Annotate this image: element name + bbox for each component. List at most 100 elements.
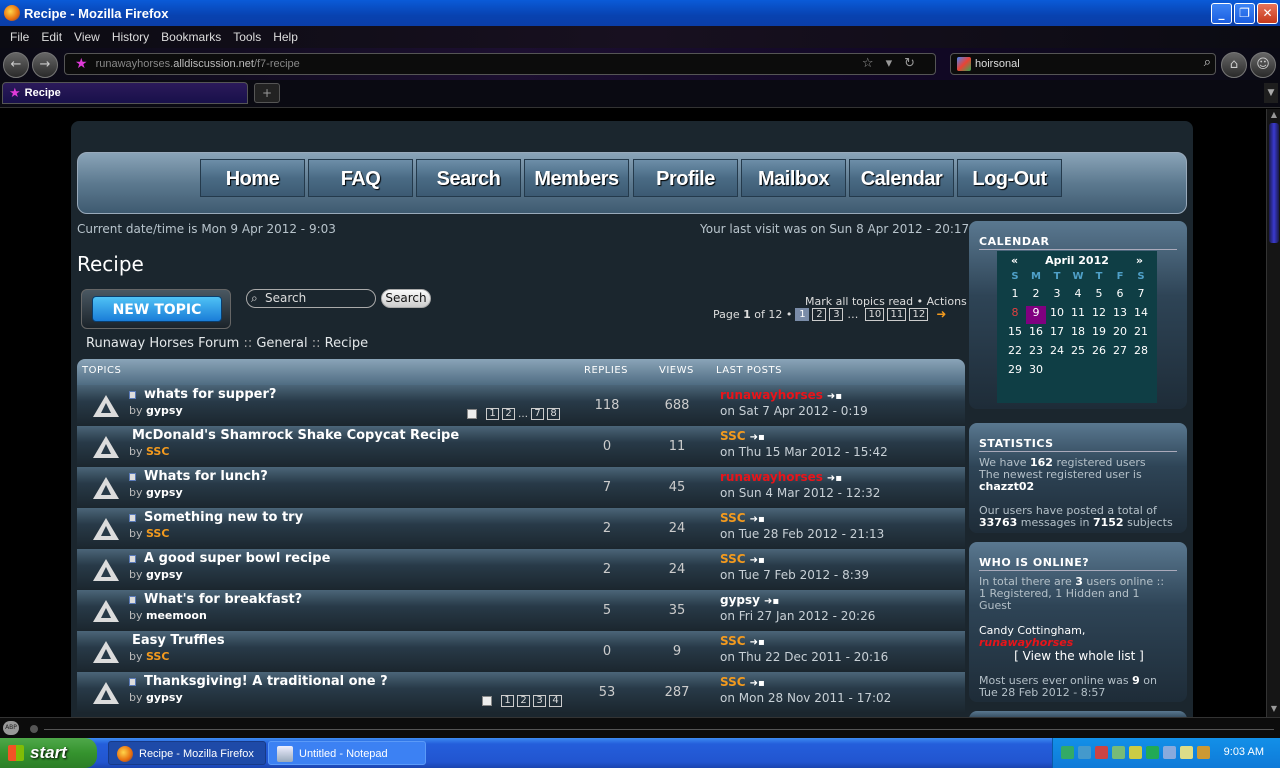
calendar-day[interactable]: 30 bbox=[1026, 363, 1046, 376]
calendar-day[interactable]: 6 bbox=[1110, 287, 1130, 300]
calendar-today[interactable]: 9 bbox=[1026, 306, 1046, 324]
calendar-day[interactable]: 26 bbox=[1089, 344, 1109, 357]
page-3[interactable]: 3 bbox=[829, 307, 844, 321]
topic-page-link[interactable]: 1 bbox=[501, 695, 514, 707]
search-icon[interactable]: ⌕ bbox=[1204, 55, 1211, 70]
nav-calendar[interactable]: Calendar bbox=[849, 159, 954, 197]
topic-page-link[interactable]: 2 bbox=[517, 695, 530, 707]
calendar-day[interactable]: 28 bbox=[1131, 344, 1151, 357]
start-button[interactable]: start bbox=[0, 738, 97, 768]
calendar-day[interactable]: 19 bbox=[1089, 325, 1109, 338]
go-to-post-icon[interactable]: ➜▪ bbox=[827, 473, 842, 484]
calendar-day[interactable]: 12 bbox=[1089, 306, 1109, 319]
topic-page-link[interactable]: 7 bbox=[531, 408, 544, 420]
calendar-day[interactable]: 21 bbox=[1131, 325, 1151, 338]
nav-mailbox[interactable]: Mailbox bbox=[741, 159, 846, 197]
calendar-day[interactable]: 15 bbox=[1005, 325, 1025, 338]
stats-newest-user[interactable]: chazzt02 bbox=[979, 481, 1179, 493]
calendar-day[interactable]: 20 bbox=[1110, 325, 1130, 338]
prev-month-icon[interactable]: « bbox=[1011, 254, 1018, 267]
forum-search-button[interactable]: Search bbox=[381, 289, 431, 308]
scroll-thumb[interactable] bbox=[1269, 123, 1279, 243]
topic-title[interactable]: A good super bowl recipe bbox=[144, 551, 330, 566]
menu-edit[interactable]: Edit bbox=[41, 30, 62, 44]
topic-title[interactable]: Whats for lunch? bbox=[144, 469, 268, 484]
calendar-day[interactable]: 10 bbox=[1047, 306, 1067, 319]
calendar-day[interactable]: 3 bbox=[1047, 287, 1067, 300]
nav-logout[interactable]: Log-Out bbox=[957, 159, 1062, 197]
vertical-scrollbar[interactable]: ▲ ▼ bbox=[1266, 109, 1280, 717]
calendar-day[interactable]: 4 bbox=[1068, 287, 1088, 300]
go-to-post-icon[interactable]: ➜▪ bbox=[750, 555, 765, 566]
url-bar[interactable]: ★ runawayhorses.alldiscussion.net/f7-rec… bbox=[64, 53, 936, 75]
next-page-arrow-icon[interactable]: ➜ bbox=[936, 307, 946, 321]
search-bar[interactable]: hoirsonal ⌕ bbox=[950, 53, 1216, 75]
crumb-recipe[interactable]: Recipe bbox=[325, 336, 368, 351]
calendar-day[interactable]: 23 bbox=[1026, 344, 1046, 357]
view-whole-list[interactable]: [ View the whole list ] bbox=[979, 650, 1179, 662]
menu-tools[interactable]: Tools bbox=[233, 30, 261, 44]
calendar-day[interactable]: 18 bbox=[1068, 325, 1088, 338]
menu-bookmarks[interactable]: Bookmarks bbox=[161, 30, 221, 44]
topic-title[interactable]: What's for breakfast? bbox=[144, 592, 302, 607]
topic-title[interactable]: Something new to try bbox=[144, 510, 303, 525]
scroll-up-icon[interactable]: ▲ bbox=[1268, 110, 1280, 122]
topic-page-link[interactable]: 8 bbox=[547, 408, 560, 420]
menu-history[interactable]: History bbox=[112, 30, 149, 44]
go-to-post-icon[interactable]: ➜▪ bbox=[764, 596, 779, 607]
topic-page-link[interactable]: 4 bbox=[549, 695, 562, 707]
calendar-day[interactable]: 29 bbox=[1005, 363, 1025, 376]
maximize-button[interactable]: ❐ bbox=[1234, 3, 1255, 24]
calendar-day[interactable]: 13 bbox=[1110, 306, 1130, 319]
calendar-day[interactable]: 27 bbox=[1110, 344, 1130, 357]
calendar-day[interactable]: 24 bbox=[1047, 344, 1067, 357]
tab-recipe[interactable]: ★ Recipe bbox=[2, 82, 248, 104]
calendar-day[interactable]: 22 bbox=[1005, 344, 1025, 357]
page-12[interactable]: 12 bbox=[909, 307, 929, 321]
go-to-post-icon[interactable]: ➜▪ bbox=[750, 678, 765, 689]
go-to-post-icon[interactable]: ➜▪ bbox=[827, 391, 842, 402]
go-to-post-icon[interactable]: ➜▪ bbox=[750, 637, 765, 648]
menu-help[interactable]: Help bbox=[273, 30, 298, 44]
new-tab-button[interactable]: + bbox=[254, 83, 280, 103]
page-1[interactable]: 1 bbox=[795, 307, 810, 321]
nav-faq[interactable]: FAQ bbox=[308, 159, 413, 197]
task-notepad[interactable]: Untitled - Notepad bbox=[268, 741, 426, 765]
home-icon[interactable]: ⌂ bbox=[1221, 52, 1247, 78]
topic-title[interactable]: McDonald's Shamrock Shake Copycat Recipe bbox=[132, 428, 459, 443]
calendar-day[interactable]: 11 bbox=[1068, 306, 1088, 319]
calendar-day[interactable]: 14 bbox=[1131, 306, 1151, 319]
minimize-button[interactable]: _ bbox=[1211, 3, 1232, 24]
tab-list-button[interactable]: ▼ bbox=[1264, 83, 1278, 103]
crumb-forum[interactable]: Runaway Horses Forum bbox=[86, 336, 239, 351]
calendar-day[interactable]: 16 bbox=[1026, 325, 1046, 338]
topic-page-link[interactable]: 2 bbox=[502, 408, 515, 420]
calendar-day[interactable]: 1 bbox=[1005, 287, 1025, 300]
calendar-day[interactable]: 8 bbox=[1005, 306, 1025, 319]
close-button[interactable]: ✕ bbox=[1257, 3, 1278, 24]
topic-title[interactable]: Thanksgiving! A traditional one ? bbox=[144, 674, 388, 689]
addon-icon[interactable]: ☺ bbox=[1250, 52, 1276, 78]
topic-page-link[interactable]: 1 bbox=[486, 408, 499, 420]
nav-members[interactable]: Members bbox=[524, 159, 629, 197]
page-11[interactable]: 11 bbox=[887, 307, 907, 321]
calendar-day[interactable]: 17 bbox=[1047, 325, 1067, 338]
go-to-post-icon[interactable]: ➜▪ bbox=[750, 432, 765, 443]
topic-title[interactable]: whats for supper? bbox=[144, 387, 276, 402]
forward-button[interactable]: → bbox=[32, 52, 58, 78]
back-button[interactable]: ← bbox=[3, 52, 29, 78]
topic-title[interactable]: Easy Truffles bbox=[132, 633, 225, 648]
calendar-day[interactable]: 25 bbox=[1068, 344, 1088, 357]
crumb-general[interactable]: General bbox=[256, 336, 307, 351]
calendar-day[interactable]: 7 bbox=[1131, 287, 1151, 300]
calendar-day[interactable]: 5 bbox=[1089, 287, 1109, 300]
page-10[interactable]: 10 bbox=[865, 307, 885, 321]
nav-search[interactable]: Search bbox=[416, 159, 521, 197]
next-month-icon[interactable]: » bbox=[1136, 254, 1143, 267]
menu-view[interactable]: View bbox=[74, 30, 100, 44]
go-to-post-icon[interactable]: ➜▪ bbox=[750, 514, 765, 525]
new-topic-button[interactable]: NEW TOPIC bbox=[81, 289, 231, 329]
adblock-icon[interactable]: ABP bbox=[3, 721, 19, 735]
url-tools-icon[interactable]: ☆▾↻ bbox=[862, 56, 927, 71]
forum-search-input[interactable]: ⌕ Search bbox=[246, 289, 376, 308]
